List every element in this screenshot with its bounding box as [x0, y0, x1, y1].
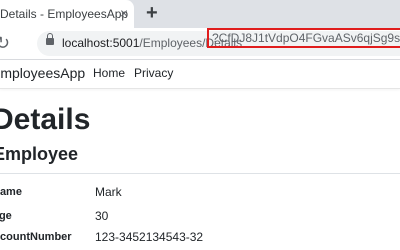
tab-title: Details - EmployeesApp [0, 7, 129, 21]
url-token: ?CfDJ8J1tVdpO4FGvaASv6qjSg9sqnCSeaM4l [212, 31, 400, 45]
nav-link-home[interactable]: Home [93, 66, 125, 80]
close-icon[interactable]: × [120, 5, 128, 21]
field-value-age: 30 [95, 209, 109, 223]
url-token-highlight: ?CfDJ8J1tVdpO4FGvaASv6qjSg9sqnCSeaM4l [207, 28, 400, 48]
field-value-account-number: 123-3452134543-32 [95, 230, 204, 244]
url-host: localhost:5001 [62, 36, 140, 50]
field-label-age: Age [0, 210, 12, 222]
browser-tab-strip: Details - EmployeesApp × + [0, 0, 400, 28]
brand-link[interactable]: EmployeesApp [0, 65, 85, 81]
new-tab-icon[interactable]: + [146, 3, 158, 23]
field-label-account-number: AccountNumber [0, 231, 72, 243]
reload-icon[interactable]: ↻ [0, 33, 10, 53]
section-divider [0, 173, 400, 174]
page-title: Details [0, 103, 91, 136]
browser-tab[interactable]: Details - EmployeesApp × [0, 0, 134, 28]
field-value-name: Mark [95, 185, 122, 199]
nav-link-privacy[interactable]: Privacy [134, 66, 173, 80]
app-navbar: EmployeesApp Home Privacy [0, 60, 400, 89]
field-label-name: Name [0, 186, 22, 198]
section-heading: Employee [0, 144, 79, 164]
lock-icon[interactable] [46, 33, 54, 45]
